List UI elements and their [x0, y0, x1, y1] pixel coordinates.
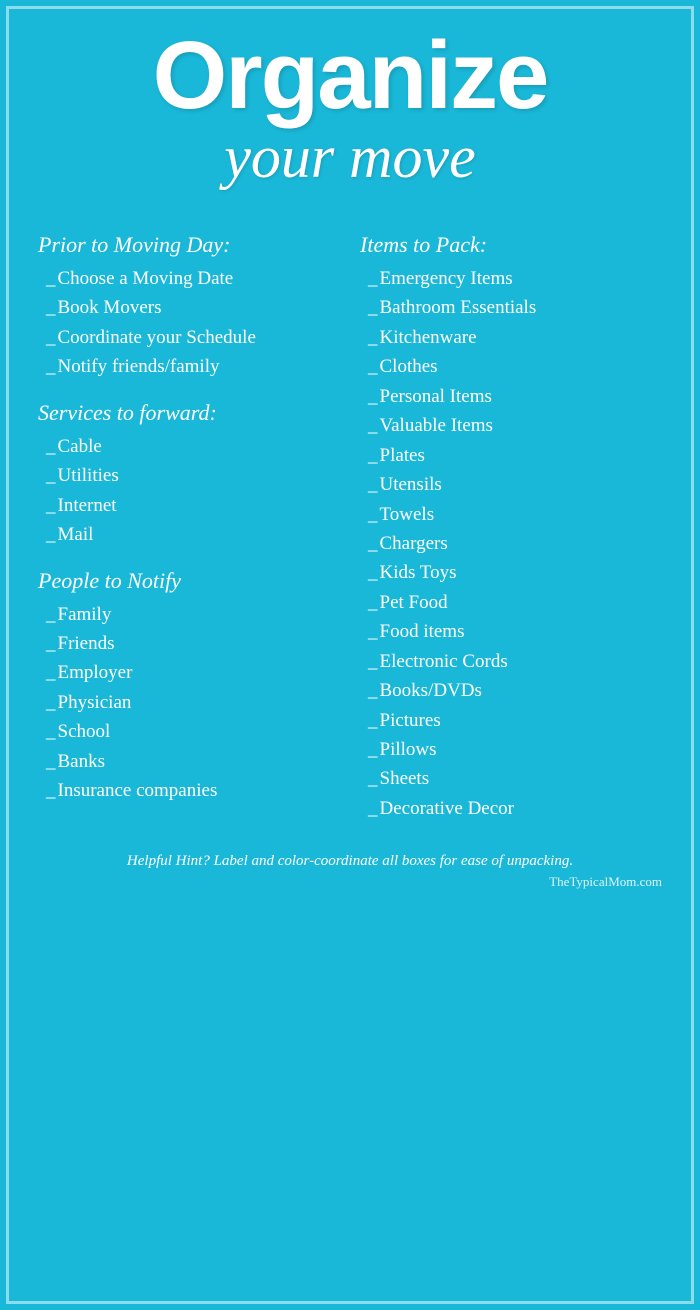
list-item: Book Movers	[38, 293, 340, 322]
list-item: Kitchenware	[360, 323, 662, 352]
list-item: Choose a Moving Date	[38, 264, 340, 293]
list-item: Utensils	[360, 470, 662, 499]
list-item: Banks	[38, 747, 340, 776]
list-item: Internet	[38, 491, 340, 520]
left-column: Prior to Moving Day: Choose a Moving Date…	[38, 214, 350, 823]
list-item: Insurance companies	[38, 776, 340, 805]
list-item: Chargers	[360, 529, 662, 558]
list-item: Utilities	[38, 461, 340, 490]
list-item: Physician	[38, 688, 340, 717]
items-to-pack-heading: Items to Pack:	[360, 232, 662, 258]
title-organize: Organize	[38, 28, 662, 124]
footer-hint: Helpful Hint? Label and color-coordinate…	[38, 845, 662, 870]
list-item: Notify friends/family	[38, 352, 340, 381]
section-heading: People to Notify	[38, 568, 340, 594]
list-item: Employer	[38, 658, 340, 687]
title-your-move: your move	[38, 124, 662, 190]
list-item: Pet Food	[360, 588, 662, 617]
right-column: Items to Pack: Emergency ItemsBathroom Es…	[350, 214, 662, 823]
list-item: Food items	[360, 617, 662, 646]
main-page: Organize your move Prior to Moving Day: C…	[0, 0, 700, 1310]
list-item: Kids Toys	[360, 558, 662, 587]
list-item: Bathroom Essentials	[360, 293, 662, 322]
list-item: Sheets	[360, 764, 662, 793]
list-item: Clothes	[360, 352, 662, 381]
list-item: Friends	[38, 629, 340, 658]
list-item: Cable	[38, 432, 340, 461]
list-item: Decorative Decor	[360, 794, 662, 823]
list-item: Pillows	[360, 735, 662, 764]
list-item: Towels	[360, 500, 662, 529]
list-item: Mail	[38, 520, 340, 549]
list-item: Plates	[360, 441, 662, 470]
list-item: Pictures	[360, 706, 662, 735]
footer-brand: TheTypicalMom.com	[38, 874, 662, 890]
list-item: Personal Items	[360, 382, 662, 411]
list-item: Emergency Items	[360, 264, 662, 293]
list-item: Books/DVDs	[360, 676, 662, 705]
list-item: Valuable Items	[360, 411, 662, 440]
section-heading: Services to forward:	[38, 400, 340, 426]
list-item: Coordinate your Schedule	[38, 323, 340, 352]
list-item: Family	[38, 600, 340, 629]
section-heading: Prior to Moving Day:	[38, 232, 340, 258]
list-item: School	[38, 717, 340, 746]
list-item: Electronic Cords	[360, 647, 662, 676]
